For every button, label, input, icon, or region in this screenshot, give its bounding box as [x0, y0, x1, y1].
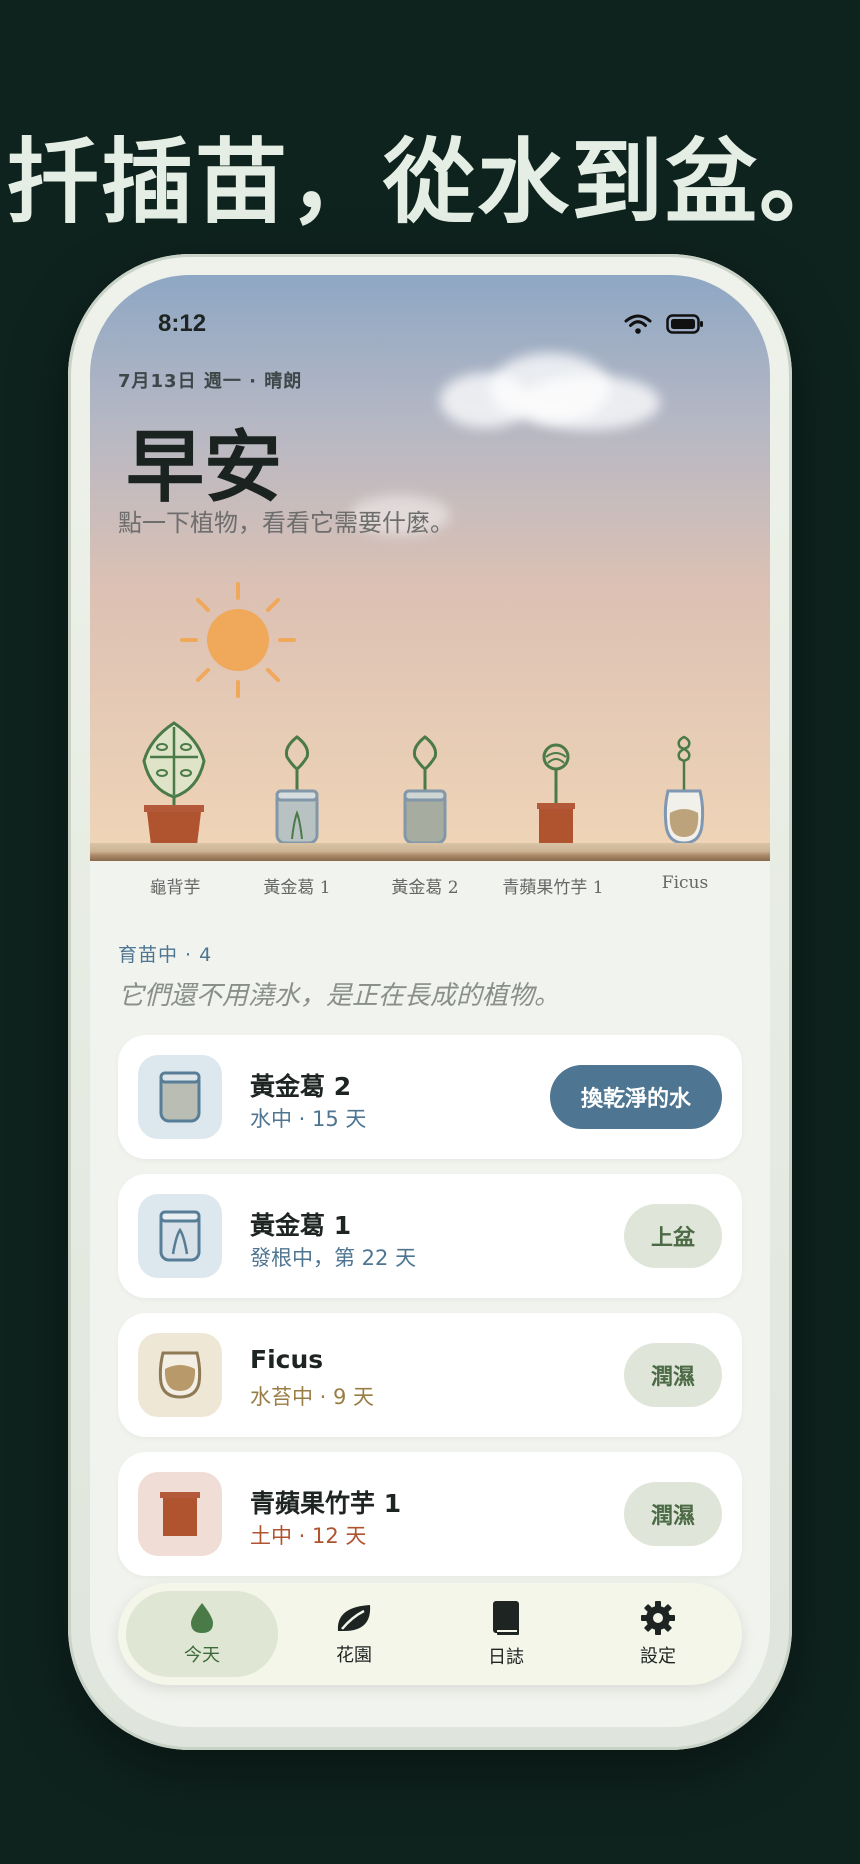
moisten-button[interactable]: 潤濕: [624, 1343, 722, 1407]
tab-label: 今天: [184, 1645, 220, 1666]
card-meta: 土中 · 12 天: [250, 1524, 367, 1548]
sun-icon: [180, 582, 296, 698]
cloud-decoration: [440, 373, 530, 428]
drop-icon: [191, 1603, 213, 1633]
tab-settings[interactable]: 設定: [582, 1591, 734, 1677]
bottom-tab-bar: 今天 花園 日誌 設定: [118, 1583, 742, 1685]
status-time: 8:12: [158, 310, 207, 337]
plant-label[interactable]: 青蘋果竹芋 1: [488, 873, 618, 898]
change-water-button[interactable]: 換乾淨的水: [550, 1065, 722, 1129]
plant-card[interactable]: 青蘋果竹芋 1 土中 · 12 天 潤濕: [118, 1452, 742, 1576]
plant-label[interactable]: 龜背芋: [110, 873, 240, 898]
plant-label[interactable]: Ficus: [620, 873, 750, 893]
tab-journal[interactable]: 日誌: [430, 1591, 582, 1677]
ficus-moss-jar-icon[interactable]: [662, 733, 706, 845]
promo-headline: 扦插苗，從水到盆。: [6, 128, 853, 236]
gear-icon: [641, 1601, 675, 1635]
battery-icon: [666, 314, 703, 334]
plant-card[interactable]: Ficus 水苔中 · 9 天 潤濕: [118, 1313, 742, 1437]
soil-pot-icon: [138, 1472, 222, 1556]
moisten-button[interactable]: 潤濕: [624, 1482, 722, 1546]
pothos-water-jar-icon[interactable]: [402, 733, 448, 845]
card-title: 黃金葛 1: [250, 1211, 352, 1240]
monstera-pot-icon[interactable]: [136, 717, 212, 845]
water-jar-icon: [138, 1055, 222, 1139]
card-meta: 水中 · 15 天: [250, 1107, 367, 1131]
pothos-water-jar-icon[interactable]: [274, 733, 320, 845]
card-title: 青蘋果竹芋 1: [250, 1489, 402, 1518]
section-label: 育苗中 · 4: [118, 944, 213, 966]
date-weather-line: 7月13日 週一 · 晴朗: [118, 371, 303, 392]
tab-label: 設定: [640, 1646, 676, 1667]
leaf-icon: [337, 1605, 371, 1631]
wifi-icon: [624, 314, 652, 334]
tab-today[interactable]: 今天: [126, 1591, 278, 1677]
book-icon: [493, 1601, 519, 1635]
app-screen: 8:12 7月13日 週一 · 晴朗 早安 點一下植物，看看它需要什麼。 龜背芋…: [90, 275, 770, 1727]
plant-label[interactable]: 黃金葛 1: [232, 873, 362, 898]
plant-shelf-row: [90, 695, 770, 845]
calathea-soil-pot-icon[interactable]: [536, 741, 576, 845]
moss-jar-icon: [138, 1333, 222, 1417]
plant-name-row: 龜背芋 黃金葛 1 黃金葛 2 青蘋果竹芋 1 Ficus: [90, 873, 770, 903]
status-icons: [624, 313, 704, 335]
card-title: 黃金葛 2: [250, 1072, 352, 1101]
greeting-title: 早安: [126, 422, 283, 513]
tab-label: 花園: [336, 1645, 372, 1666]
card-meta: 水苔中 · 9 天: [250, 1385, 375, 1409]
wooden-shelf: [90, 843, 770, 861]
plant-card[interactable]: 黃金葛 1 發根中，第 22 天 上盆: [118, 1174, 742, 1298]
plant-label[interactable]: 黃金葛 2: [360, 873, 490, 898]
pot-up-button[interactable]: 上盆: [624, 1204, 722, 1268]
plant-card[interactable]: 黃金葛 2 水中 · 15 天 換乾淨的水: [118, 1035, 742, 1159]
greeting-subtitle: 點一下植物，看看它需要什麼。: [118, 509, 454, 537]
cloud-decoration: [520, 375, 660, 430]
rooting-jar-icon: [138, 1194, 222, 1278]
section-note: 它們還不用澆水，是正在長成的植物。: [118, 981, 561, 1011]
card-meta: 發根中，第 22 天: [250, 1246, 417, 1270]
tab-garden[interactable]: 花園: [278, 1591, 430, 1677]
tab-label: 日誌: [488, 1647, 524, 1668]
card-title: Ficus: [250, 1345, 324, 1374]
